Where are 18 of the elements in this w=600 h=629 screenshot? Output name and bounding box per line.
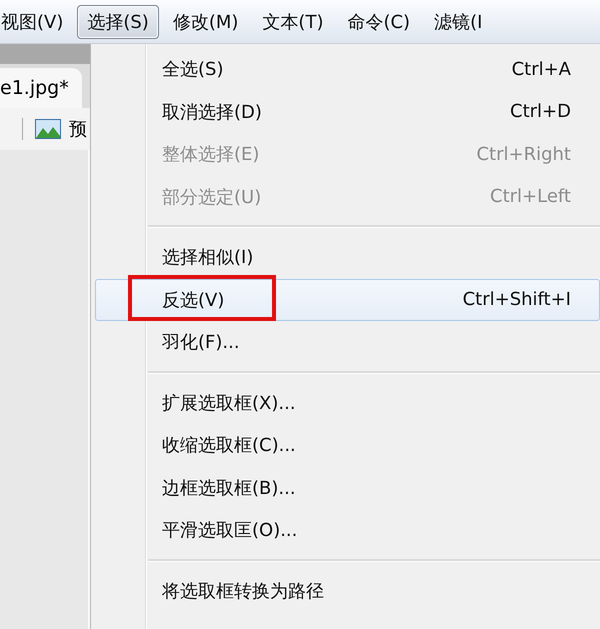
menu-item[interactable]: 全选(S) Ctrl+A [95,48,600,90]
image-icon[interactable] [35,119,61,139]
menu-item[interactable]: 取消选择(D) Ctrl+D [95,90,600,133]
menu-bar-item[interactable]: 视图(V) [0,4,74,38]
document-tab[interactable]: e1.jpg* [0,68,82,108]
menu-item[interactable]: 扩展选取框(X)... [95,382,600,424]
menu-bar-item[interactable]: 修改(M) [162,4,248,38]
menu-bar-item[interactable]: 命令(C) [337,4,420,38]
menu-bar-item[interactable]: 选择(S) [77,4,159,38]
preview-label[interactable]: 预 [69,117,87,141]
menu-item[interactable]: 平滑选取匡(O)... [95,509,600,552]
menu-item[interactable]: 将选取框转换为路径 [95,570,600,612]
menu-item[interactable]: 边框选取框(B)... [95,466,600,509]
menu-bar-item[interactable]: 文本(T) [252,4,334,38]
menu-item[interactable]: 选择相似(I) [95,236,600,278]
menu-bar-item[interactable]: 滤镜(I [424,4,492,38]
menu-item[interactable]: 羽化(F)... [95,321,600,364]
menu-item[interactable]: 收缩选取框(C)... [95,424,600,466]
